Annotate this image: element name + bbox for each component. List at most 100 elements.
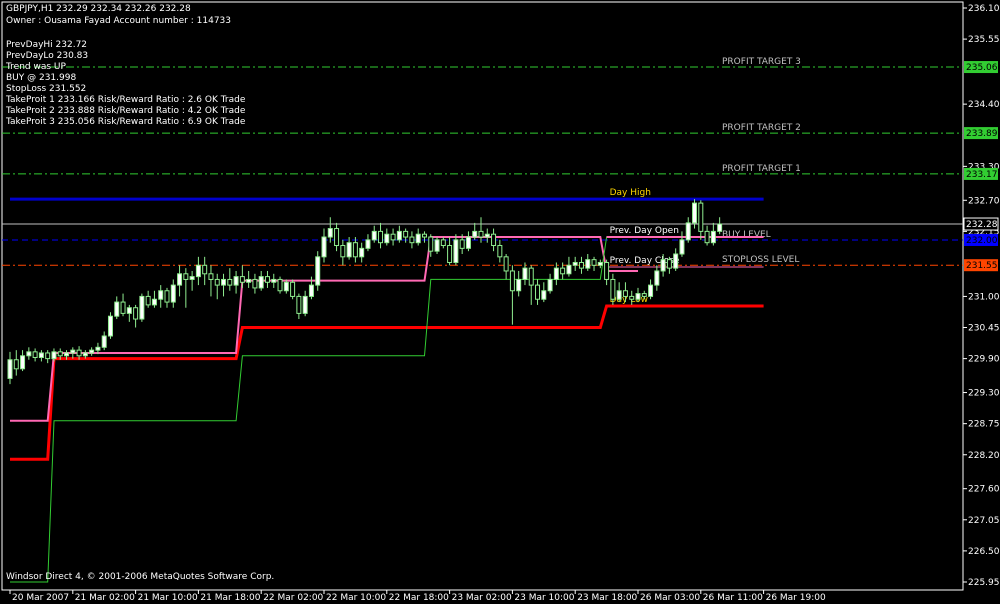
candle-body-19 bbox=[126, 307, 132, 314]
candle-body-35 bbox=[227, 278, 233, 286]
candle-body-5 bbox=[38, 352, 44, 358]
candle-body-81 bbox=[516, 278, 522, 292]
candle-body-88 bbox=[560, 267, 566, 275]
candle-body-93 bbox=[591, 259, 597, 266]
candle-body-0 bbox=[7, 359, 13, 379]
x-tick-label-11: 26 Mar 11:00 bbox=[703, 593, 763, 603]
y-tick-label-8: 229.90 bbox=[968, 355, 1000, 365]
candle-body-16 bbox=[107, 315, 113, 337]
info-take-profit-3: TakeProit 3 235.056 Risk/Reward Ratio : … bbox=[6, 117, 246, 127]
candle-body-67 bbox=[428, 236, 434, 252]
candle-body-111 bbox=[704, 230, 710, 244]
candle-body-24 bbox=[158, 290, 164, 300]
level-label-0: PROFIT TARGET 3 bbox=[722, 57, 801, 67]
info-take-profit-1: TakeProit 1 233.166 Risk/Reward Ratio : … bbox=[6, 95, 246, 105]
info-prev-day-lo: PrevDayLo 230.83 bbox=[6, 51, 89, 61]
y-tick-label-0: 236.10 bbox=[968, 4, 1000, 14]
copyright-footer: Windsor Direct 4, © 2001-2006 MetaQuotes… bbox=[6, 572, 275, 582]
candle-body-57 bbox=[365, 239, 371, 249]
candle-body-72 bbox=[459, 239, 465, 249]
axis-price-label-2: 233.17 bbox=[966, 170, 998, 180]
candle-body-66 bbox=[421, 233, 427, 238]
candle-body-109 bbox=[692, 202, 698, 224]
candle-body-86 bbox=[547, 278, 553, 292]
price-chart: PROFIT TARGET 3 PROFIT TARGET 2 PROFIT TAR… bbox=[1, 1, 1000, 603]
y-tick-label-12: 227.60 bbox=[968, 485, 1000, 495]
candle-body-61 bbox=[390, 233, 396, 241]
candle-body-28 bbox=[183, 273, 189, 280]
candle-body-23 bbox=[151, 298, 157, 306]
candle-body-8 bbox=[57, 351, 63, 357]
candle-body-44 bbox=[283, 281, 289, 292]
info-take-profit-2: TakeProit 2 233.888 Risk/Reward Ratio : … bbox=[6, 106, 246, 116]
candle-body-40 bbox=[258, 276, 264, 289]
candle-body-98 bbox=[622, 290, 628, 297]
candle-body-69 bbox=[440, 239, 446, 247]
candle-body-60 bbox=[384, 233, 390, 244]
x-tick-label-0: 20 Mar 2007 bbox=[12, 593, 69, 603]
info-trend: Trend was UP bbox=[6, 62, 66, 72]
candle-body-99 bbox=[629, 295, 635, 300]
y-tick-label-10: 228.75 bbox=[968, 420, 1000, 430]
symbol-line: GBPJPY,H1 232.29 232.34 232.26 232.28 bbox=[6, 4, 191, 14]
candle-body-42 bbox=[271, 278, 277, 283]
candle-body-106 bbox=[673, 253, 679, 269]
candle-body-14 bbox=[95, 346, 101, 351]
info-stoploss: StopLoss 231.552 bbox=[6, 84, 87, 94]
candle-body-77 bbox=[491, 233, 497, 247]
candle-body-73 bbox=[465, 236, 471, 249]
candle-body-102 bbox=[648, 284, 654, 297]
candle-body-95 bbox=[604, 261, 610, 280]
candle-body-55 bbox=[352, 242, 358, 258]
owner-line: Owner : Ousama Fayad Account number : 11… bbox=[6, 16, 231, 26]
candle-body-76 bbox=[484, 233, 490, 238]
x-tick-label-6: 22 Mar 18:00 bbox=[389, 593, 449, 603]
candle-body-47 bbox=[302, 295, 308, 314]
x-tick-label-7: 23 Mar 02:00 bbox=[452, 593, 512, 603]
candle-body-108 bbox=[685, 222, 691, 241]
axis-price-label-0: 235.06 bbox=[966, 63, 998, 73]
level-label-3: BUY LEVEL bbox=[722, 230, 771, 240]
candle-body-6 bbox=[45, 352, 51, 360]
segment-label-0: Day High bbox=[610, 188, 651, 198]
candle-body-10 bbox=[70, 349, 76, 354]
candle-body-9 bbox=[64, 352, 70, 357]
candle-body-78 bbox=[497, 245, 503, 258]
candle-body-30 bbox=[195, 264, 201, 278]
y-tick-label-2: 234.40 bbox=[968, 100, 1000, 110]
x-tick-label-8: 23 Mar 10:00 bbox=[514, 593, 574, 603]
axis-price-label-4: 231.55 bbox=[966, 261, 998, 271]
current-price-label: 232.28 bbox=[966, 220, 998, 230]
candle-body-65 bbox=[415, 233, 421, 244]
candle-body-87 bbox=[553, 267, 559, 280]
candle-body-59 bbox=[378, 230, 384, 244]
candle-body-71 bbox=[453, 239, 459, 263]
x-tick-label-2: 21 Mar 10:00 bbox=[138, 593, 198, 603]
candle-body-51 bbox=[327, 228, 333, 238]
candle-body-75 bbox=[478, 230, 484, 238]
candle-body-11 bbox=[76, 349, 82, 357]
candle-body-101 bbox=[641, 293, 647, 297]
candle-body-96 bbox=[610, 278, 616, 300]
candle-body-29 bbox=[189, 276, 195, 280]
candle-body-64 bbox=[409, 236, 415, 244]
candle-body-63 bbox=[403, 230, 409, 238]
candle-body-43 bbox=[277, 278, 283, 292]
candle-body-100 bbox=[635, 293, 641, 300]
candle-body-26 bbox=[170, 284, 176, 303]
candle-body-104 bbox=[660, 259, 666, 272]
candle-body-92 bbox=[585, 259, 591, 269]
candle-body-54 bbox=[346, 242, 352, 258]
x-tick-label-3: 21 Mar 18:00 bbox=[200, 593, 260, 603]
y-tick-label-11: 228.20 bbox=[968, 451, 1000, 461]
candle-body-1 bbox=[13, 359, 19, 370]
y-tick-label-7: 230.45 bbox=[968, 324, 1000, 334]
candle-body-79 bbox=[503, 256, 509, 272]
y-tick-label-13: 227.05 bbox=[968, 516, 1000, 526]
candle-body-17 bbox=[114, 301, 120, 317]
candle-body-27 bbox=[177, 273, 183, 286]
candle-body-105 bbox=[666, 259, 672, 269]
candle-body-20 bbox=[133, 307, 139, 320]
candle-body-18 bbox=[120, 301, 126, 314]
candle-body-58 bbox=[371, 230, 377, 241]
